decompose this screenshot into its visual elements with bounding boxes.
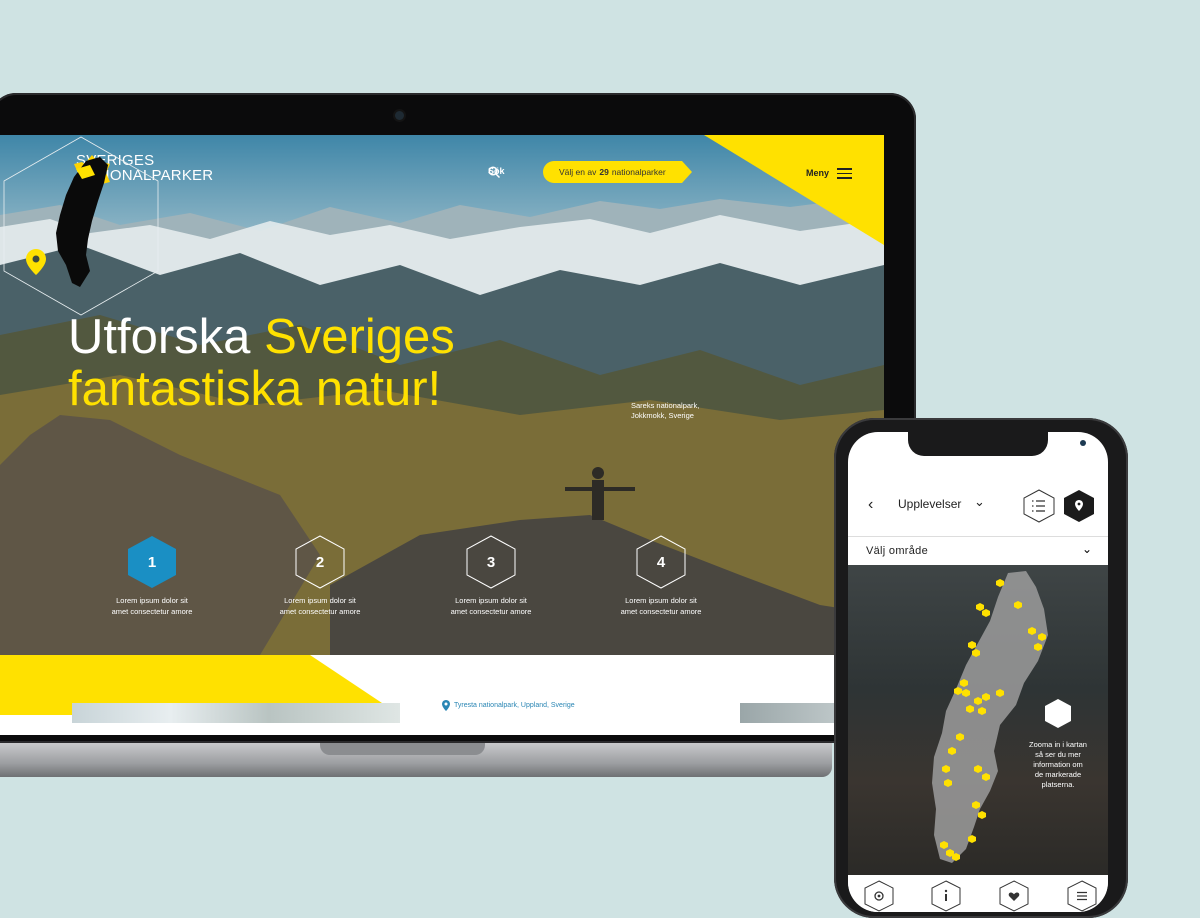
step-1[interactable]: 1 Lorem ipsum dolor sit amet consectetur … bbox=[82, 535, 222, 617]
location-line-1: Sareks nationalpark, bbox=[631, 401, 700, 410]
zoom-tip-line-4: de markerade bbox=[1034, 770, 1082, 779]
zoom-tip-line-3: information om bbox=[1033, 760, 1083, 769]
search-icon bbox=[488, 166, 500, 178]
zoom-tip-line-1: Zooma in i kartan bbox=[1029, 740, 1087, 749]
step-2[interactable]: 2 Lorem ipsum dolor sit amet consectetur … bbox=[250, 535, 390, 617]
step-3[interactable]: 3 Lorem ipsum dolor sit amet consectetur … bbox=[421, 535, 561, 617]
favorites-tab[interactable] bbox=[999, 880, 1029, 912]
step-number: 4 bbox=[656, 553, 666, 571]
list-view-button[interactable] bbox=[1023, 489, 1055, 523]
step-caption-2: amet consectetur amore bbox=[111, 607, 193, 616]
phone-device: ‹ Upplevelser ⌄ Välj område ⌄ Zooma in i… bbox=[834, 418, 1128, 918]
laptop-screen: SVERIGES NATIONALPARKER Sök Välj en av 2… bbox=[0, 135, 884, 735]
info-tab[interactable] bbox=[931, 880, 961, 912]
step-caption-1: Lorem ipsum dolor sit bbox=[625, 596, 697, 605]
search-button[interactable]: Sök bbox=[488, 166, 505, 178]
phone-toolbar: ‹ Upplevelser ⌄ bbox=[848, 482, 1108, 530]
step-caption-2: amet consectetur amore bbox=[620, 607, 702, 616]
sweden-map-hexagon[interactable] bbox=[0, 135, 162, 317]
park-pill-prefix: Välj en av bbox=[559, 167, 597, 177]
chevron-down-icon[interactable]: ⌄ bbox=[974, 494, 985, 510]
phone-tab-bar bbox=[848, 875, 1108, 912]
hero-headline: Utforska Sveriges fantastiska natur! bbox=[68, 311, 455, 415]
menu-label: Meny bbox=[806, 168, 830, 179]
area-select-label: Välj område bbox=[866, 545, 928, 557]
laptop-device: SVERIGES NATIONALPARKER Sök Välj en av 2… bbox=[0, 93, 918, 777]
area-select[interactable]: Välj område ⌄ bbox=[848, 536, 1108, 566]
phone-map[interactable]: Zooma in i kartan så ser du mer informat… bbox=[848, 565, 1108, 875]
step-caption-1: Lorem ipsum dolor sit bbox=[116, 596, 188, 605]
phone-screen: ‹ Upplevelser ⌄ Välj område ⌄ Zooma in i… bbox=[848, 432, 1108, 912]
chevron-down-icon: ⌄ bbox=[1081, 542, 1092, 556]
laptop-camera bbox=[395, 111, 404, 120]
menu-tab[interactable] bbox=[1067, 880, 1097, 912]
zoom-tip: Zooma in i kartan så ser du mer informat… bbox=[1018, 740, 1098, 790]
category-dropdown[interactable]: Upplevelser bbox=[898, 497, 961, 511]
step-caption-2: amet consectetur amore bbox=[279, 607, 361, 616]
phone-notch bbox=[908, 432, 1086, 456]
phone-camera bbox=[1080, 440, 1086, 446]
zoom-tip-line-5: platserna. bbox=[1041, 780, 1075, 789]
location-line-2: Jokkmokk, Sverige bbox=[631, 411, 694, 420]
choose-park-button[interactable]: Välj en av 29 nationalparker bbox=[543, 161, 692, 183]
location-pin-icon bbox=[26, 249, 46, 275]
settings-tab[interactable] bbox=[864, 880, 894, 912]
info-icon bbox=[944, 889, 948, 901]
step-caption-1: Lorem ipsum dolor sit bbox=[284, 596, 356, 605]
step-caption-2: amet consectetur amore bbox=[450, 607, 532, 616]
headline-white: Utforska bbox=[68, 310, 251, 364]
step-number: 3 bbox=[486, 553, 496, 571]
zoom-tip-line-2: så ser du mer bbox=[1035, 750, 1081, 759]
headline-yellow-2: fantastiska natur! bbox=[68, 362, 442, 416]
park-location-link[interactable]: Tyresta nationalpark, Uppland, Sverige bbox=[442, 700, 575, 711]
steps-row: 1 Lorem ipsum dolor sit amet consectetur … bbox=[0, 535, 884, 625]
headline-yellow-1: Sveriges bbox=[264, 310, 455, 364]
park-pill-count: 29 bbox=[599, 167, 609, 177]
map-view-button[interactable] bbox=[1063, 489, 1095, 523]
back-chevron-icon[interactable]: ‹ bbox=[868, 496, 873, 514]
yellow-corner-accent bbox=[704, 135, 884, 245]
sweden-map bbox=[932, 571, 1071, 863]
park-location-text: Tyresta nationalpark, Uppland, Sverige bbox=[454, 702, 575, 709]
content-section: Tyresta nationalpark, Uppland, Sverige bbox=[0, 655, 884, 735]
step-caption-1: Lorem ipsum dolor sit bbox=[455, 596, 527, 605]
location-pin-icon bbox=[442, 700, 450, 711]
park-thumbnail[interactable] bbox=[72, 703, 400, 723]
zoom-hint-hexagon bbox=[1045, 699, 1071, 728]
laptop-base bbox=[0, 743, 832, 777]
park-pill-suffix: nationalparker bbox=[611, 167, 666, 177]
step-4[interactable]: 4 Lorem ipsum dolor sit amet consectetur … bbox=[591, 535, 731, 617]
step-number: 2 bbox=[315, 553, 325, 571]
hero-section: SVERIGES NATIONALPARKER Sök Välj en av 2… bbox=[0, 135, 884, 655]
menu-button[interactable]: Meny bbox=[806, 165, 853, 182]
hero-location: Sareks nationalpark, Jokkmokk, Sverige bbox=[631, 401, 699, 421]
laptop-notch bbox=[320, 743, 485, 755]
step-number: 1 bbox=[147, 553, 157, 571]
hamburger-icon bbox=[837, 165, 853, 182]
